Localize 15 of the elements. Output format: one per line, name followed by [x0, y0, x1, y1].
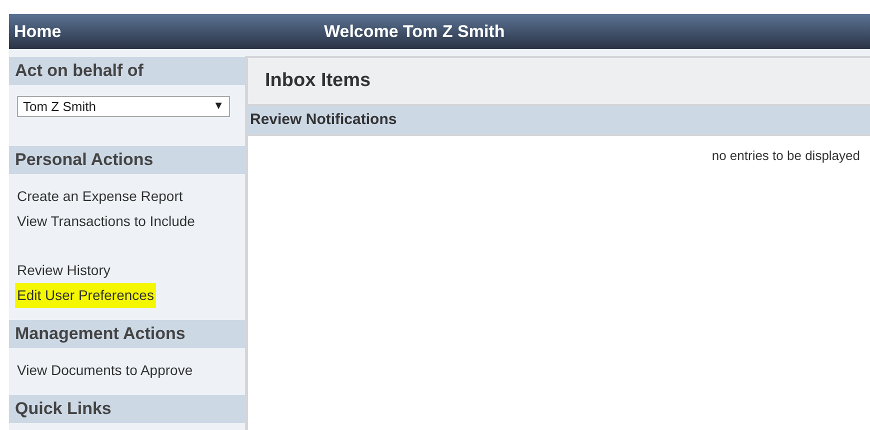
sidebar-link[interactable]: View Documents to Approve: [17, 358, 193, 383]
sidebar-link[interactable]: View Transactions to Include: [17, 209, 195, 234]
section-heading: Act on behalf of: [9, 57, 245, 85]
sidebar-link[interactable]: Edit User Preferences: [15, 283, 156, 308]
home-link[interactable]: Home: [9, 18, 324, 44]
empty-message: no entries to be displayed: [712, 147, 860, 165]
page-title: Inbox Items: [264, 68, 372, 93]
section-heading: Quick Links: [9, 395, 245, 423]
person-dropdown[interactable]: Tom Z Smith ▼: [17, 96, 230, 117]
welcome-text: Welcome Tom Z Smith: [324, 20, 505, 43]
sidebar-link[interactable]: Review History: [17, 258, 110, 283]
section-heading: Personal Actions: [9, 146, 245, 174]
section-heading: Management Actions: [9, 320, 245, 348]
sidebar-link[interactable]: Create an Expense Report: [17, 184, 183, 209]
panel-header: Review Notifications: [248, 106, 870, 136]
